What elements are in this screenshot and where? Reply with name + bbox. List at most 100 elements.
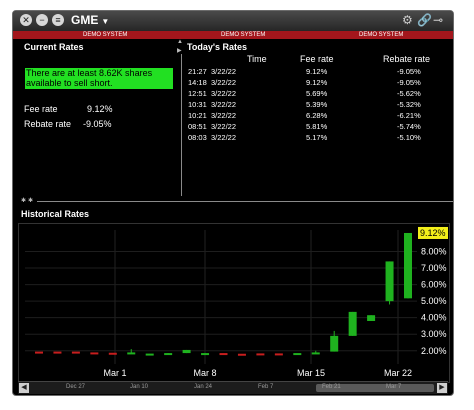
y-tick-label: 5.00% <box>421 296 447 306</box>
time-column-header[interactable]: Time <box>247 54 267 64</box>
rate-date-cell: 3/22/22 <box>211 100 237 109</box>
candle-body[interactable] <box>367 315 376 321</box>
link-icon[interactable]: 🔗 <box>417 13 432 27</box>
rate-fee-cell: 9.12% <box>306 67 328 76</box>
rate-date-cell: 3/22/22 <box>211 111 237 120</box>
candle-body[interactable] <box>330 335 339 352</box>
pin-icon[interactable]: ⊸ <box>433 13 443 27</box>
fee-rate-label: Fee rate <box>24 104 58 114</box>
rate-rebate-cell: -9.05% <box>397 78 421 87</box>
y-tick-label: 3.00% <box>421 329 447 339</box>
rate-date-cell: 3/22/22 <box>211 78 237 87</box>
rate-time-cell: 21:27 <box>188 67 207 76</box>
candle-body[interactable] <box>201 353 210 356</box>
y-tick-label: 6.00% <box>421 280 447 290</box>
panel-divider[interactable] <box>181 54 182 196</box>
candle-body[interactable] <box>385 261 394 302</box>
fee-rate-value: 9.12% <box>87 104 113 114</box>
candle-body[interactable] <box>293 353 302 356</box>
rate-date-cell: 3/22/22 <box>211 67 237 76</box>
current-value-label: 9.12% <box>420 228 446 238</box>
rate-fee-cell: 6.28% <box>306 111 328 120</box>
timeline-label: Jan 10 <box>130 384 149 390</box>
rate-time-cell: 14:18 <box>188 78 207 87</box>
timeline-scrollbar[interactable]: ◀ Dec 27 Jan 10 Jan 24 Feb 7 Feb 21 Mar … <box>18 381 448 394</box>
x-tick-label: Mar 8 <box>193 368 216 378</box>
y-tick-label: 8.00% <box>421 247 447 257</box>
fee-column-header[interactable]: Fee rate <box>300 54 334 64</box>
section-divider[interactable] <box>37 201 453 202</box>
demo-system-bar: DEMO SYSTEM DEMO SYSTEM DEMO SYSTEM <box>13 31 453 39</box>
rate-time-cell: 08:51 <box>188 122 207 131</box>
rate-date-cell: 3/22/22 <box>211 122 237 131</box>
candle-body[interactable] <box>53 351 62 354</box>
rate-rebate-cell: -9.05% <box>397 67 421 76</box>
symbol-label: GME <box>71 13 99 27</box>
candle-body[interactable] <box>348 311 357 336</box>
y-tick-label: 7.00% <box>421 263 447 273</box>
y-tick-label: 4.00% <box>421 313 447 323</box>
timeline-label: Feb 21 <box>322 384 341 390</box>
candle-body[interactable] <box>274 353 283 356</box>
short-rates-window: ✕ − ≡ GME ▼ ⚙ 🔗 ⊸ DEMO SYSTEM DEMO SYSTEM… <box>12 10 454 396</box>
rate-time-cell: 10:31 <box>188 100 207 109</box>
rate-time-cell: 12:51 <box>188 89 207 98</box>
timeline-label: Feb 7 <box>258 384 274 390</box>
rebate-column-header[interactable]: Rebate rate <box>383 54 430 64</box>
candle-body[interactable] <box>182 349 191 354</box>
availability-banner: There are at least 8.62K shares availabl… <box>24 67 174 90</box>
rate-rebate-cell: -6.21% <box>397 111 421 120</box>
candle-body[interactable] <box>237 353 246 356</box>
scroll-left-icon[interactable]: ◀ <box>19 383 29 393</box>
candle-body[interactable] <box>145 353 154 356</box>
candle-body[interactable] <box>90 352 99 355</box>
menu-icon[interactable]: ≡ <box>52 14 64 26</box>
candle-body[interactable] <box>256 353 265 356</box>
symbol-selector[interactable]: GME ▼ <box>71 13 109 27</box>
candle-body[interactable] <box>108 352 117 355</box>
rebate-rate-label: Rebate rate <box>24 119 72 129</box>
timeline-label: Jan 24 <box>194 384 213 390</box>
rate-rebate-cell: -5.10% <box>397 133 421 142</box>
candle-body[interactable] <box>164 353 173 356</box>
candle-body[interactable] <box>127 352 136 355</box>
historical-rates-chart[interactable]: Mar 1 Mar 8 Mar 15 Mar 22 2.00% 3.00% 4.00% 5.0… <box>18 223 450 383</box>
candle-body[interactable] <box>311 352 320 355</box>
rate-time-cell: 10:21 <box>188 111 207 120</box>
timeline-label: Dec 27 <box>66 384 86 390</box>
rate-fee-cell: 5.17% <box>306 133 328 142</box>
demo-label: DEMO SYSTEM <box>83 32 128 38</box>
collapse-up-icon[interactable]: ▲ <box>177 39 183 45</box>
minimize-icon[interactable]: − <box>36 14 48 26</box>
historical-rates-title: Historical Rates <box>21 209 90 219</box>
scroll-right-icon[interactable]: ▶ <box>437 383 447 393</box>
chevron-down-icon: ▼ <box>101 17 110 26</box>
candle-body[interactable] <box>71 351 80 354</box>
close-icon[interactable]: ✕ <box>20 14 32 26</box>
rate-rebate-cell: -5.62% <box>397 89 421 98</box>
expand-right-icon[interactable]: ▶ <box>177 47 182 54</box>
rate-date-cell: 3/22/22 <box>211 89 237 98</box>
y-tick-label: 2.00% <box>421 346 447 356</box>
todays-rates-title: Today's Rates <box>187 42 247 52</box>
rate-fee-cell: 5.39% <box>306 100 328 109</box>
rate-rebate-cell: -5.74% <box>397 122 421 131</box>
collapse-icon[interactable]: ✱ <box>21 197 26 204</box>
rebate-rate-value: -9.05% <box>83 119 112 129</box>
gear-icon[interactable]: ⚙ <box>402 13 413 27</box>
candle-body[interactable] <box>35 351 43 354</box>
x-tick-label: Mar 1 <box>103 368 126 378</box>
x-tick-label: Mar 22 <box>384 368 412 378</box>
title-bar: ✕ − ≡ GME ▼ ⚙ 🔗 ⊸ <box>13 11 453 31</box>
chart-canvas[interactable]: Mar 1 Mar 8 Mar 15 Mar 22 2.00% 3.00% 4.00% 5.0… <box>19 224 449 382</box>
expand-icon[interactable]: ✱ <box>28 197 33 204</box>
demo-label: DEMO SYSTEM <box>221 32 266 38</box>
demo-label: DEMO SYSTEM <box>359 32 404 38</box>
candle-body[interactable] <box>404 232 412 299</box>
rate-fee-cell: 5.81% <box>306 122 328 131</box>
current-rates-title: Current Rates <box>24 42 84 52</box>
rate-time-cell: 08:03 <box>188 133 207 142</box>
x-tick-label: Mar 15 <box>297 368 325 378</box>
rate-rebate-cell: -5.32% <box>397 100 421 109</box>
candle-body[interactable] <box>219 353 228 356</box>
